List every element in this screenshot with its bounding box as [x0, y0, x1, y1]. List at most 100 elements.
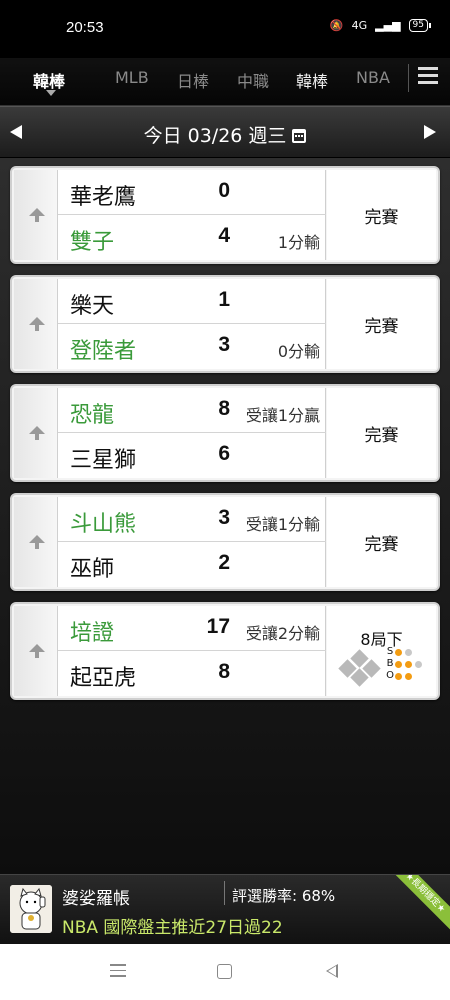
date-label: 今日 03/26 週三: [143, 125, 287, 147]
game-status: 完賽: [327, 388, 436, 478]
card-side-panel: [14, 279, 58, 369]
team-name: 起亞虎: [70, 666, 137, 691]
date-selector[interactable]: 今日 03/26 週三: [0, 121, 450, 148]
ad-text: NBA 國際盤主推近27日過22: [62, 918, 283, 938]
team-row: 樂天 1: [58, 279, 326, 324]
odds-result: 受讓1分贏: [245, 406, 320, 425]
team-row: 三星獅 6: [58, 433, 326, 478]
tab-nba[interactable]: NBA: [356, 68, 390, 87]
team-name: 樂天: [70, 294, 115, 319]
sbo-counter: S B O: [385, 646, 425, 682]
ball-count: B: [385, 658, 425, 670]
team-row: 斗山熊 3 受讓1分輸: [58, 497, 326, 542]
team-name: 巫師: [70, 557, 115, 582]
network-label: 4G: [351, 19, 368, 32]
menu-icon[interactable]: [418, 67, 438, 87]
game-teams: 恐龍 8 受讓1分贏 三星獅 6: [58, 388, 326, 478]
team-row: 起亞虎 8: [58, 651, 326, 696]
odds-result: 受讓2分輸: [245, 624, 320, 643]
count-dot-icon: [405, 672, 412, 680]
game-card[interactable]: 華老鷹 0 雙子 4 1分輸 完賽: [10, 166, 440, 264]
count-dot-icon: [395, 648, 402, 656]
team-score: 8: [218, 397, 230, 420]
count-dot-icon: [395, 660, 402, 668]
battery-icon: 95: [408, 19, 432, 32]
team-row: 雙子 4 1分輸: [58, 215, 326, 260]
game-teams: 樂天 1 登陸者 3 0分輸: [58, 279, 326, 369]
date-bar: 今日 03/26 週三: [0, 106, 450, 158]
status-icons: 🔕 4G ▂▄▆ 95: [330, 19, 432, 32]
card-side-panel: [14, 388, 58, 478]
tab-kbo[interactable]: 韓棒: [296, 68, 328, 92]
team-score: 17: [206, 615, 230, 638]
tab-kbo-active[interactable]: 韓棒: [33, 68, 65, 92]
lucky-cat-avatar: [10, 885, 52, 933]
game-card[interactable]: 樂天 1 登陸者 3 0分輸 完賽: [10, 275, 440, 373]
back-icon[interactable]: [326, 964, 338, 978]
game-card-live[interactable]: 培證 17 受讓2分輸 起亞虎 8 8局下 S B O: [10, 602, 440, 700]
clock: 20:53: [66, 19, 104, 36]
system-nav-bar: [0, 944, 450, 1000]
status-bar: 20:53 🔕 4G ▂▄▆ 95: [0, 0, 450, 58]
next-day-icon[interactable]: [424, 125, 436, 139]
ribbon-corner: ★長期穩定★: [388, 875, 450, 937]
team-row: 巫師 2: [58, 542, 326, 587]
ad-ribbon: ★長期穩定★: [388, 875, 450, 931]
tab-npb[interactable]: 日棒: [177, 68, 209, 92]
up-arrow-icon: [29, 535, 45, 549]
calendar-icon[interactable]: [292, 129, 307, 143]
team-row: 培證 17 受讓2分輸: [58, 606, 326, 651]
team-row: 華老鷹 0: [58, 170, 326, 215]
team-name: 雙子: [70, 230, 115, 255]
up-arrow-icon: [29, 317, 45, 331]
count-dot-icon: [405, 648, 412, 656]
ad-win-rate: 評選勝率: 68%: [232, 887, 336, 905]
count-dot-icon: [405, 660, 412, 668]
game-status-live: 8局下 S B O: [327, 606, 436, 696]
game-card[interactable]: 斗山熊 3 受讓1分輸 巫師 2 完賽: [10, 493, 440, 591]
team-score: 3: [218, 506, 230, 529]
game-status: 完賽: [327, 497, 436, 587]
team-score: 6: [218, 442, 230, 465]
team-name: 華老鷹: [70, 185, 137, 210]
team-name: 培證: [70, 621, 115, 646]
team-name: 登陸者: [70, 339, 137, 364]
ad-title: 婆娑羅帳: [62, 889, 130, 909]
game-teams: 斗山熊 3 受讓1分輸 巫師 2: [58, 497, 326, 587]
bases-diamond-icon: [337, 649, 387, 687]
card-side-panel: [14, 170, 58, 260]
team-score: 4: [218, 224, 230, 247]
out-count: O: [385, 670, 425, 682]
odds-result: 1分輸: [277, 233, 320, 252]
game-card[interactable]: 恐龍 8 受讓1分贏 三星獅 6 完賽: [10, 384, 440, 482]
game-status: 完賽: [327, 170, 436, 260]
game-status: 完賽: [327, 279, 436, 369]
team-score: 2: [218, 551, 230, 574]
card-side-panel: [14, 606, 58, 696]
tab-mlb[interactable]: MLB: [115, 68, 149, 87]
team-name: 斗山熊: [70, 512, 137, 537]
tab-divider: [408, 64, 409, 92]
signal-icon: ▂▄▆: [375, 19, 401, 32]
team-score: 8: [218, 660, 230, 683]
game-teams: 培證 17 受讓2分輸 起亞虎 8: [58, 606, 326, 696]
game-list: 華老鷹 0 雙子 4 1分輸 完賽 樂天 1 登陸者 3 0分輸 完賽 恐龍 8…: [0, 158, 450, 874]
count-dot-icon: [395, 672, 402, 680]
team-score: 0: [218, 179, 230, 202]
card-side-panel: [14, 497, 58, 587]
team-name: 三星獅: [70, 448, 137, 473]
ad-banner[interactable]: 婆娑羅帳 評選勝率: 68% NBA 國際盤主推近27日過22 ★長期穩定★: [0, 874, 450, 944]
count-dot-icon: [415, 660, 422, 668]
tab-cpbl[interactable]: 中職: [237, 68, 269, 92]
team-row: 恐龍 8 受讓1分贏: [58, 388, 326, 433]
up-arrow-icon: [29, 426, 45, 440]
ad-divider: [224, 881, 225, 905]
team-name: 恐龍: [70, 403, 115, 428]
odds-result: 0分輸: [277, 342, 320, 361]
team-score: 3: [218, 333, 230, 356]
home-icon[interactable]: [217, 964, 232, 979]
game-teams: 華老鷹 0 雙子 4 1分輸: [58, 170, 326, 260]
team-row: 登陸者 3 0分輸: [58, 324, 326, 369]
active-tab-caret-icon: [46, 90, 56, 96]
recent-apps-icon[interactable]: [110, 964, 126, 981]
